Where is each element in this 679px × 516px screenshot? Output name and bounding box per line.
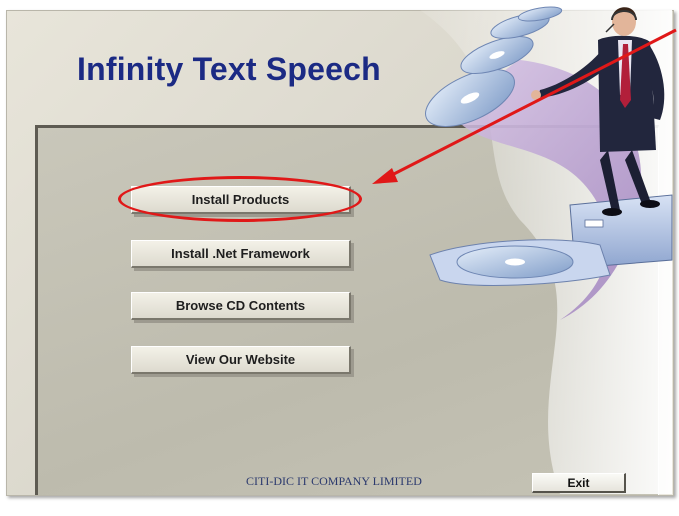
company-name: CITI-DIC IT COMPANY LIMITED [246, 474, 422, 488]
exit-button[interactable]: Exit [532, 473, 626, 493]
app-title: Infinity Text Speech [77, 51, 381, 87]
browse-cd-contents-button[interactable]: Browse CD Contents [131, 292, 351, 320]
view-website-button[interactable]: View Our Website [131, 346, 351, 374]
install-products-button[interactable]: Install Products [131, 186, 351, 214]
install-net-framework-button[interactable]: Install .Net Framework [131, 240, 351, 268]
